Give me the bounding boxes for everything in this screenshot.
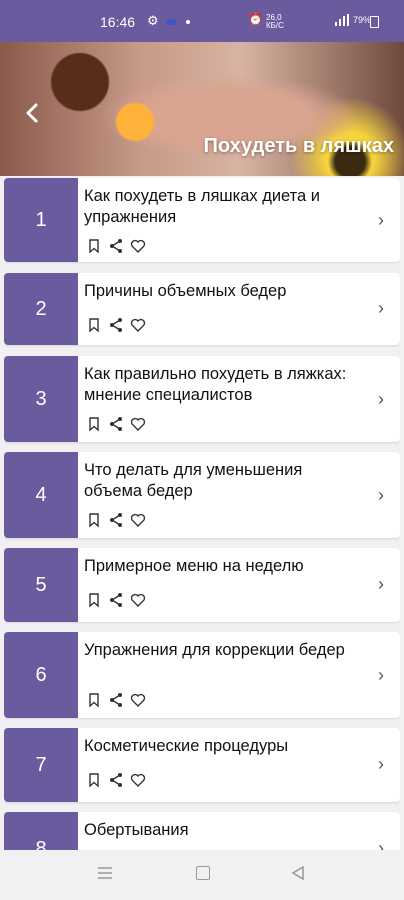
network-speed: 26,0 КБ/С [266,14,284,30]
chevron-right-icon[interactable]: › [378,754,384,775]
bookmark-icon[interactable] [86,692,102,708]
chevron-right-icon[interactable]: › [378,485,384,506]
item-number: 5 [4,548,78,622]
page-title: Похудеть в ляшках [203,135,394,157]
heart-icon[interactable] [130,512,146,528]
chevron-right-icon[interactable]: › [378,574,384,595]
item-title: Причины объемных бедер [84,282,287,300]
status-bar: 16:46 ⚙ ⏰ 26,0 КБ/С 79% [0,0,404,42]
item-title: Как правильно похудеть в ляжках: мнение … [84,365,347,404]
item-number: 3 [4,356,78,442]
item-number: 6 [4,632,78,718]
home-icon[interactable] [196,866,210,880]
heart-icon[interactable] [130,692,146,708]
bookmark-icon[interactable] [86,238,102,254]
list-item[interactable]: 7 Косметические процедуры › [4,728,400,802]
item-title: Обертывания [84,821,189,839]
article-list[interactable]: 1 Как похудеть в ляшках диета и упражнен… [4,178,400,850]
chevron-right-icon[interactable]: › [378,210,384,231]
back-button[interactable] [22,102,48,128]
chevron-right-icon[interactable]: › [378,838,384,850]
heart-icon[interactable] [130,238,146,254]
heart-icon[interactable] [130,772,146,788]
item-title: Что делать для уменьшения объема бедер [84,461,303,500]
bookmark-icon[interactable] [86,416,102,432]
list-item[interactable]: 3 Как правильно похудеть в ляжках: мнени… [4,356,400,442]
item-title: Косметические процедуры [84,737,289,755]
list-item[interactable]: 4 Что делать для уменьшения объема бедер… [4,452,400,538]
item-number: 4 [4,452,78,538]
bookmark-icon[interactable] [86,772,102,788]
item-title: Примерное меню на неделю [84,557,304,575]
list-item[interactable]: 8 Обертывания › [4,812,400,850]
list-item[interactable]: 6 Упражнения для коррекции бедер › [4,632,400,718]
arrow-left-icon [26,103,38,123]
heart-icon[interactable] [130,416,146,432]
bookmark-icon[interactable] [86,512,102,528]
list-item[interactable]: 1 Как похудеть в ляшках диета и упражнен… [4,178,400,262]
network-speed-unit: КБ/С [266,21,284,30]
share-icon[interactable] [108,317,124,333]
gear-icon: ⚙ [147,13,159,28]
system-navigation-bar [0,850,404,900]
battery-icon [370,16,379,28]
share-icon[interactable] [108,238,124,254]
chevron-right-icon[interactable]: › [378,298,384,319]
share-icon[interactable] [108,416,124,432]
battery-percentage: 79% [353,15,372,25]
status-time: 16:46 [100,14,136,30]
bookmark-icon[interactable] [86,317,102,333]
share-icon[interactable] [108,592,124,608]
share-icon[interactable] [108,772,124,788]
signal-icon [335,14,349,26]
share-icon[interactable] [108,692,124,708]
heart-icon[interactable] [130,317,146,333]
item-number: 1 [4,178,78,262]
heart-icon[interactable] [130,592,146,608]
share-icon[interactable] [108,512,124,528]
list-item[interactable]: 2 Причины объемных бедер › [4,273,400,345]
item-number: 2 [4,273,78,345]
item-number: 8 [4,812,78,850]
item-title: Как похудеть в ляшках диета и упражнения [84,187,321,226]
chevron-right-icon[interactable]: › [378,389,384,410]
header-banner: Похудеть в ляшках [0,42,404,176]
app-notification-icon [166,19,176,25]
nav-back-icon[interactable] [291,866,305,880]
alarm-icon: ⏰ [248,12,263,26]
recent-apps-icon[interactable] [98,867,112,879]
list-item[interactable]: 5 Примерное меню на неделю › [4,548,400,622]
notification-dot-icon [186,20,190,24]
item-number: 7 [4,728,78,802]
bookmark-icon[interactable] [86,592,102,608]
item-title: Упражнения для коррекции бедер [84,641,345,659]
chevron-right-icon[interactable]: › [378,665,384,686]
